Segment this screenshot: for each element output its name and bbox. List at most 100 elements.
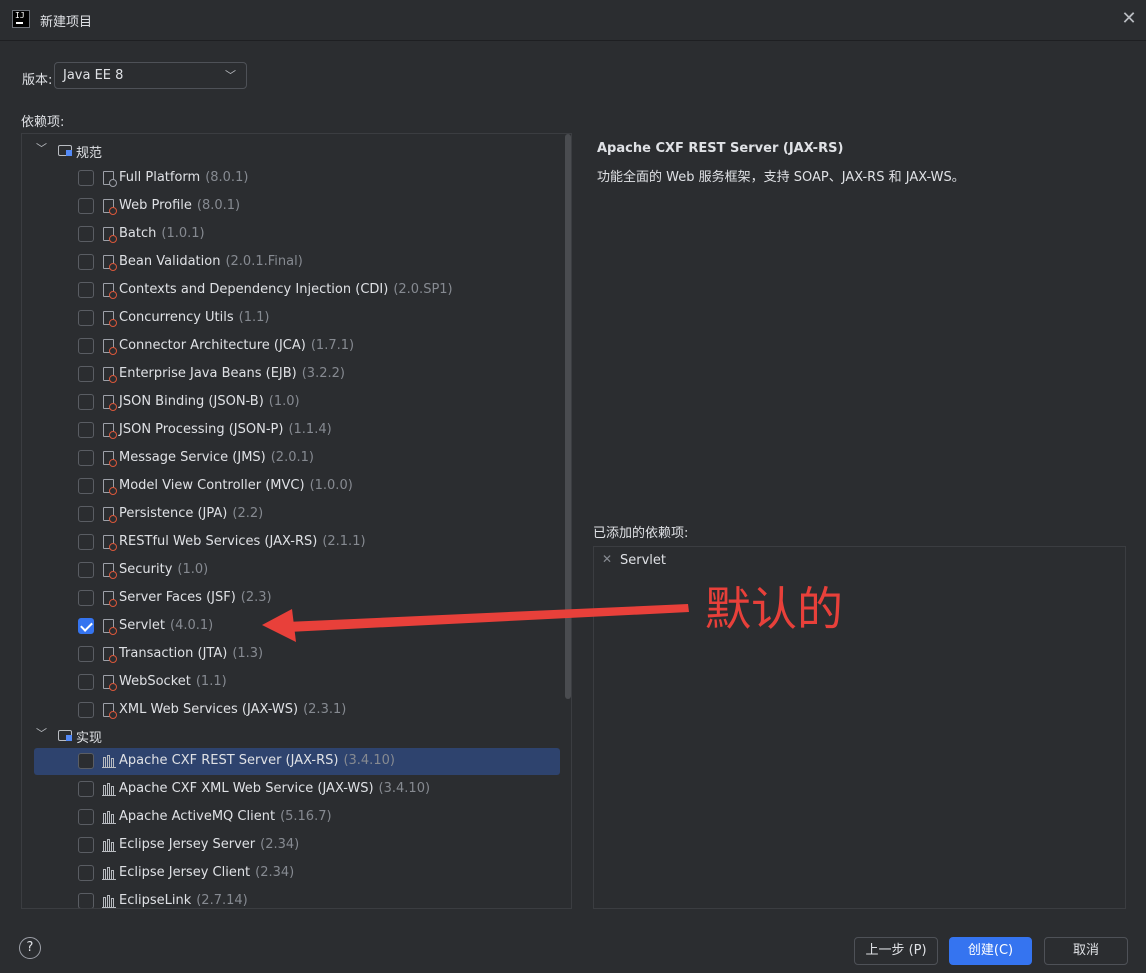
dependency-version: (2.0.1.Final)	[225, 254, 303, 269]
dependency-checkbox[interactable]	[78, 366, 94, 382]
dependency-row[interactable]: Message Service (JMS) (2.0.1)	[22, 444, 571, 472]
dependency-label: Batch (1.0.1)	[119, 226, 205, 241]
dependency-checkbox[interactable]	[78, 618, 94, 634]
dependency-version: (1.0)	[177, 562, 209, 577]
dependency-version: (2.3)	[240, 590, 272, 605]
library-icon	[102, 811, 116, 824]
dependency-tree[interactable]: ﹀ 规范 Full Platform (8.0.1) Web Profile (8.0.1…	[21, 133, 572, 909]
dependency-label: Bean Validation (2.0.1.Final)	[119, 254, 303, 269]
specification-icon	[103, 451, 117, 467]
dependency-row[interactable]: Enterprise Java Beans (EJB) (3.2.2)	[22, 360, 571, 388]
dependency-row[interactable]: Model View Controller (MVC) (1.0.0)	[22, 472, 571, 500]
dependency-row[interactable]: Servlet (4.0.1)	[22, 612, 571, 640]
dependency-row[interactable]: RESTful Web Services (JAX-RS) (2.1.1)	[22, 528, 571, 556]
dependency-name: XML Web Services (JAX-WS)	[119, 702, 299, 717]
dependency-checkbox[interactable]	[78, 534, 94, 550]
dependency-checkbox[interactable]	[78, 170, 94, 186]
dependency-checkbox[interactable]	[78, 781, 94, 797]
dependency-name: RESTful Web Services (JAX-RS)	[119, 534, 318, 549]
previous-button[interactable]: 上一步 (P)	[854, 937, 938, 965]
library-icon	[102, 867, 116, 880]
dependency-checkbox[interactable]	[78, 226, 94, 242]
dependency-checkbox[interactable]	[78, 562, 94, 578]
dependency-checkbox[interactable]	[78, 837, 94, 853]
dependency-checkbox[interactable]	[78, 506, 94, 522]
dependency-row[interactable]: Transaction (JTA) (1.3)	[22, 640, 571, 668]
chevron-down-icon[interactable]: ﹀	[36, 725, 50, 741]
dependency-checkbox[interactable]	[78, 753, 94, 769]
version-label: 版本:	[22, 73, 53, 88]
cancel-button[interactable]: 取消	[1044, 937, 1128, 965]
dependency-row[interactable]: Apache CXF REST Server (JAX-RS) (3.4.10)	[22, 747, 571, 775]
dependency-label: Enterprise Java Beans (EJB) (3.2.2)	[119, 366, 345, 381]
dependency-row[interactable]: Server Faces (JSF) (2.3)	[22, 584, 571, 612]
dependency-row[interactable]: Contexts and Dependency Injection (CDI) (…	[22, 276, 571, 304]
dependency-checkbox[interactable]	[78, 254, 94, 270]
dependency-label: Eclipse Jersey Server (2.34)	[119, 837, 299, 852]
dependency-checkbox[interactable]	[78, 422, 94, 438]
dependency-row[interactable]: Connector Architecture (JCA) (1.7.1)	[22, 332, 571, 360]
dependency-checkbox[interactable]	[78, 310, 94, 326]
dependency-label: Full Platform (8.0.1)	[119, 170, 248, 185]
specification-icon	[103, 507, 117, 523]
dependency-label: EclipseLink (2.7.14)	[119, 893, 248, 908]
dependency-row[interactable]: Batch (1.0.1)	[22, 220, 571, 248]
dependency-row[interactable]: Apache ActiveMQ Client (5.16.7)	[22, 803, 571, 831]
specification-icon	[103, 591, 117, 607]
help-button[interactable]: ?	[19, 937, 41, 959]
dependency-row[interactable]: Apache CXF XML Web Service (JAX-WS) (3.4.…	[22, 775, 571, 803]
dependency-row[interactable]: Concurrency Utils (1.1)	[22, 304, 571, 332]
close-icon[interactable]: ✕	[1118, 8, 1140, 30]
dependency-label: Apache ActiveMQ Client (5.16.7)	[119, 809, 332, 824]
dependency-row[interactable]: XML Web Services (JAX-WS) (2.3.1)	[22, 696, 571, 724]
dependency-version: (1.0.1)	[161, 226, 205, 241]
specification-icon	[103, 283, 117, 299]
remove-icon[interactable]: ✕	[602, 552, 612, 566]
dependency-checkbox[interactable]	[78, 282, 94, 298]
dependency-name: Connector Architecture (JCA)	[119, 338, 306, 353]
dependency-checkbox[interactable]	[78, 394, 94, 410]
folder-icon	[58, 145, 72, 156]
dependency-row[interactable]: EclipseLink (2.7.14)	[22, 887, 571, 908]
dependency-checkbox[interactable]	[78, 590, 94, 606]
dependency-name: Batch	[119, 226, 157, 241]
tree-category[interactable]: ﹀ 规范	[22, 136, 571, 164]
specification-icon	[103, 479, 117, 495]
dependencies-label: 依赖项:	[21, 115, 65, 130]
dependency-version: (8.0.1)	[205, 170, 249, 185]
dependency-checkbox[interactable]	[78, 450, 94, 466]
create-button[interactable]: 创建(C)	[949, 937, 1032, 965]
dependency-checkbox[interactable]	[78, 198, 94, 214]
dependency-checkbox[interactable]	[78, 338, 94, 354]
specification-icon	[103, 563, 117, 579]
dependency-row[interactable]: WebSocket (1.1)	[22, 668, 571, 696]
specification-icon	[103, 367, 117, 383]
dependency-checkbox[interactable]	[78, 478, 94, 494]
dependency-row[interactable]: Bean Validation (2.0.1.Final)	[22, 248, 571, 276]
dependency-row[interactable]: Persistence (JPA) (2.2)	[22, 500, 571, 528]
tree-category[interactable]: ﹀ 实现	[22, 721, 571, 749]
tree-scrollbar[interactable]	[565, 134, 571, 699]
dependency-checkbox[interactable]	[78, 865, 94, 881]
chevron-down-icon[interactable]: ﹀	[36, 140, 50, 156]
dependency-checkbox[interactable]	[78, 893, 94, 908]
added-dependencies-label: 已添加的依赖项:	[593, 526, 689, 541]
version-dropdown[interactable]: Java EE 8 ﹀	[54, 62, 247, 89]
dependency-checkbox[interactable]	[78, 809, 94, 825]
dependency-row[interactable]: Web Profile (8.0.1)	[22, 192, 571, 220]
dependency-row[interactable]: JSON Processing (JSON-P) (1.1.4)	[22, 416, 571, 444]
dependency-version: (2.0.SP1)	[393, 282, 453, 297]
dependency-name: EclipseLink	[119, 893, 192, 908]
dependency-row[interactable]: Full Platform (8.0.1)	[22, 164, 571, 192]
library-icon	[102, 783, 116, 796]
dependency-checkbox[interactable]	[78, 674, 94, 690]
dependency-name: Apache ActiveMQ Client	[119, 809, 276, 824]
dependency-row[interactable]: Security (1.0)	[22, 556, 571, 584]
dependency-checkbox[interactable]	[78, 646, 94, 662]
dependency-row[interactable]: JSON Binding (JSON-B) (1.0)	[22, 388, 571, 416]
dependency-row[interactable]: Eclipse Jersey Client (2.34)	[22, 859, 571, 887]
dependency-row[interactable]: Eclipse Jersey Server (2.34)	[22, 831, 571, 859]
dependency-label: Contexts and Dependency Injection (CDI) (…	[119, 282, 453, 297]
dependency-checkbox[interactable]	[78, 702, 94, 718]
dependency-version: (1.0)	[268, 394, 300, 409]
